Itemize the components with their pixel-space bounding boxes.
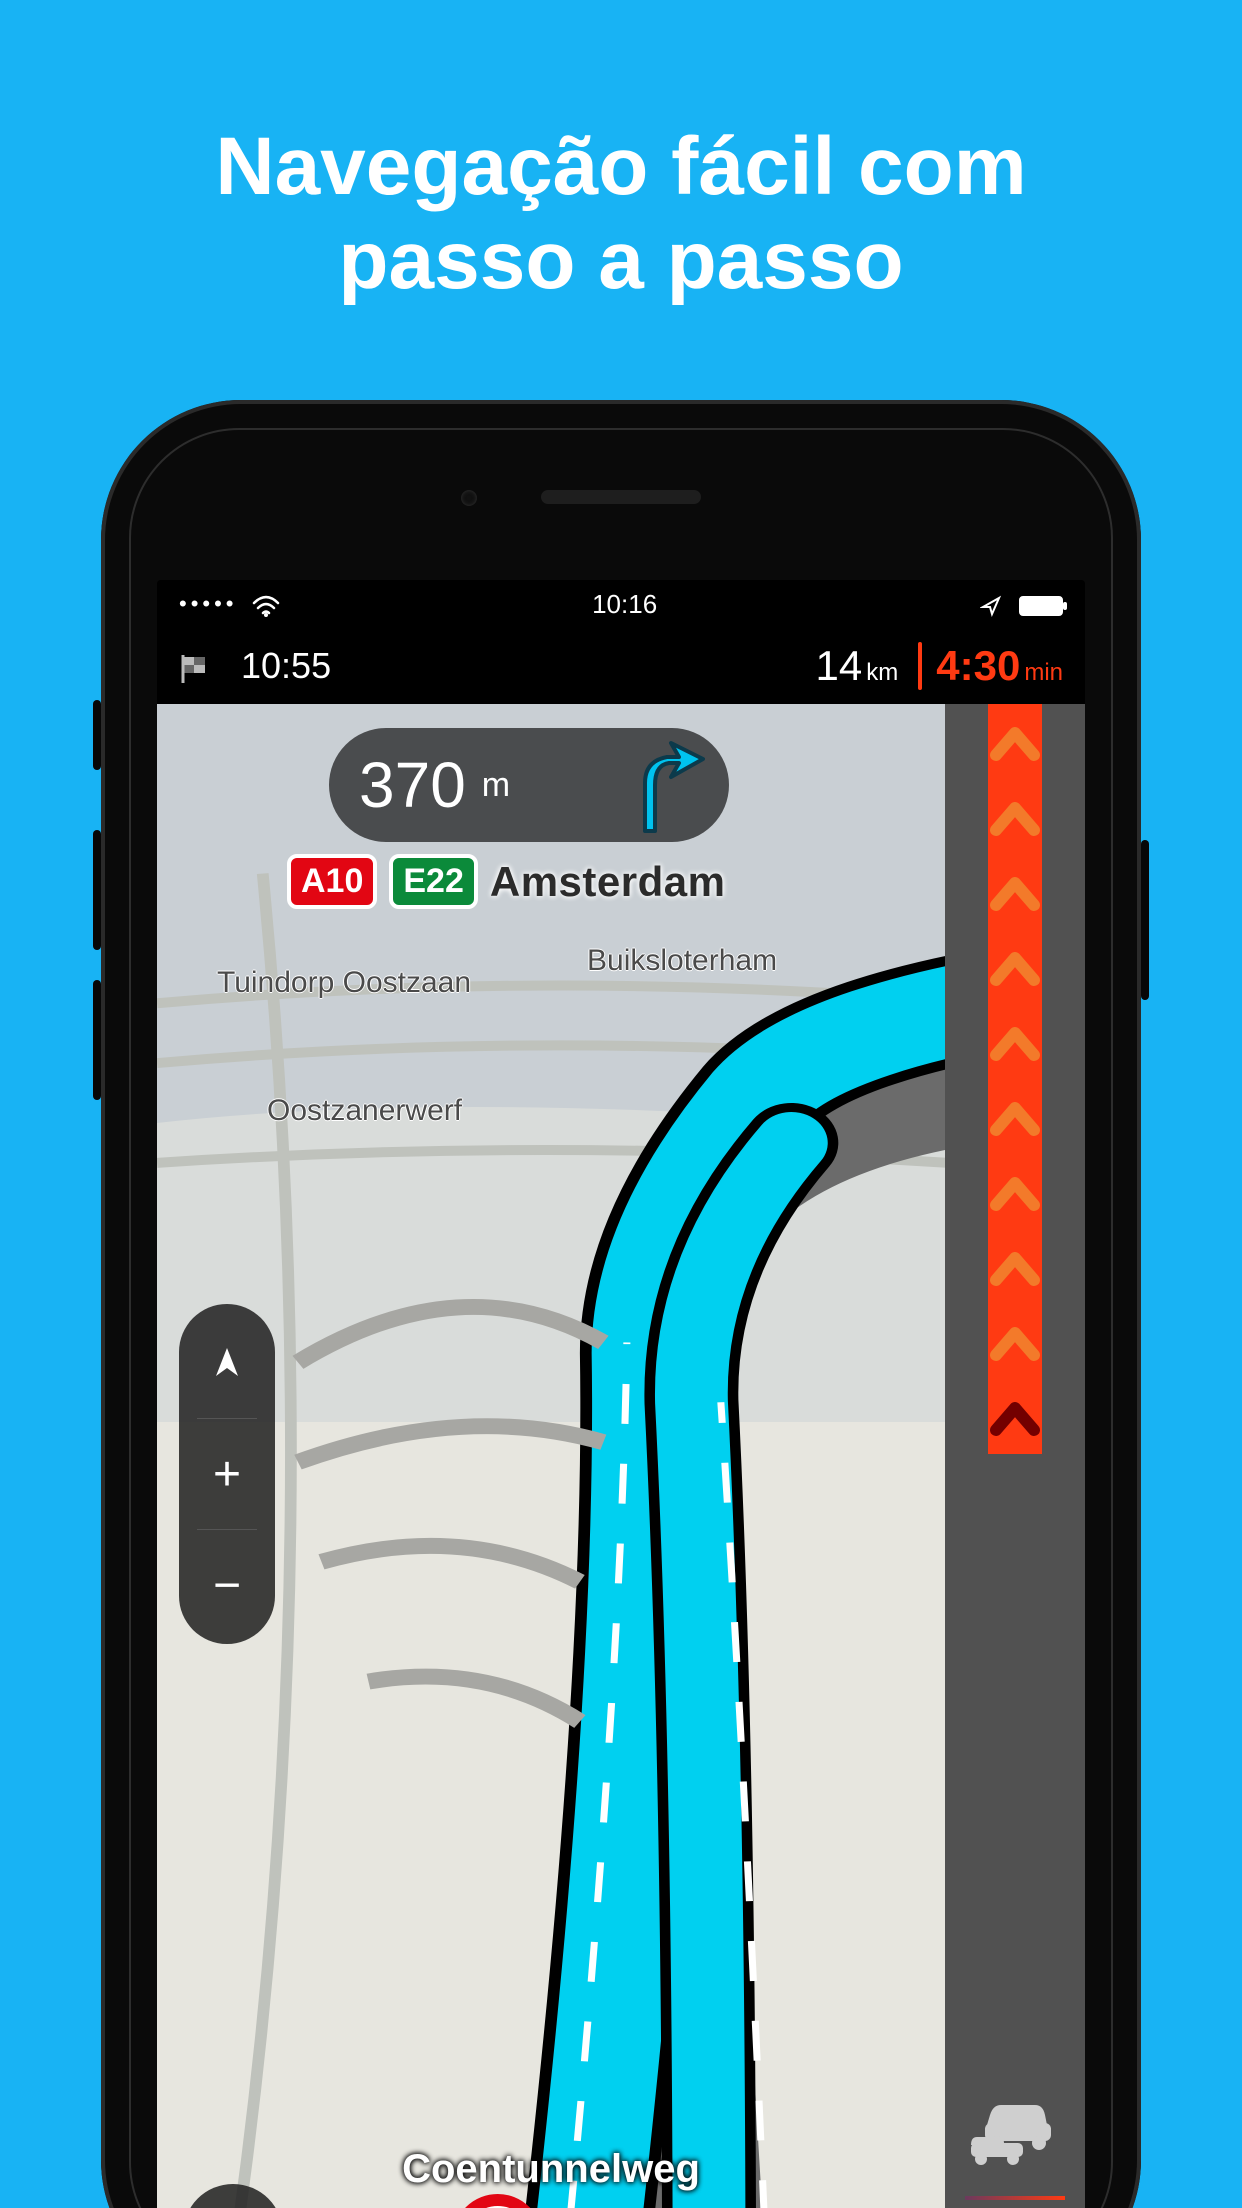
next-turn-distance: 370 xyxy=(359,748,466,822)
arrival-time: 10:55 xyxy=(241,645,331,687)
next-turn-panel[interactable]: 370 m xyxy=(329,728,729,842)
distance-unit: km xyxy=(866,659,898,686)
wifi-icon xyxy=(252,589,280,620)
promo-line-2: passo a passo xyxy=(0,214,1242,308)
place-label: Tuindorp Oostzaan xyxy=(217,966,471,1000)
location-arrow-icon xyxy=(970,589,1009,619)
map-zoom-control: + − xyxy=(179,1304,275,1644)
map-view[interactable]: 350 m 370 m A10 E2 xyxy=(157,704,1085,2208)
road-shields-row: A10 E22 Amsterdam xyxy=(287,854,725,909)
speed-limit-sign: 100 xyxy=(453,2194,543,2208)
map-orientation-button[interactable] xyxy=(179,1328,275,1398)
traffic-divider xyxy=(965,2196,1065,2200)
road-shield-a10: A10 xyxy=(287,854,377,909)
distance-value: 14 xyxy=(816,642,863,689)
turn-right-arrow-icon xyxy=(615,733,705,838)
place-label: Oostzanerwerf xyxy=(267,1094,462,1128)
zoom-in-button[interactable]: + xyxy=(179,1439,275,1509)
phone-side-button xyxy=(93,830,101,950)
divider xyxy=(918,642,922,690)
route-bar-column[interactable]: 350 m xyxy=(945,704,1085,2208)
page: Navegação fácil com passo a passo ••••• … xyxy=(0,0,1242,2208)
delay-value: 4:30 xyxy=(936,642,1020,689)
remaining-distance: 14km xyxy=(816,642,899,690)
promo-line-1: Navegação fácil com xyxy=(0,120,1242,214)
phone-camera-icon xyxy=(461,490,477,506)
phone-speaker xyxy=(541,490,701,504)
screen: ••••• 10:16 10:55 xyxy=(157,580,1085,2208)
phone-side-button xyxy=(93,700,101,770)
phone-frame: ••••• 10:16 10:55 xyxy=(101,400,1141,2208)
destination-flag-icon xyxy=(179,645,227,687)
place-label: Buiksloterham xyxy=(587,944,777,978)
next-turn-unit: m xyxy=(482,766,510,805)
speed-panel[interactable]: 100 95 km/h xyxy=(453,2194,693,2208)
delay-unit: min xyxy=(1024,659,1063,686)
phone-side-button xyxy=(93,980,101,1100)
status-bar: ••••• 10:16 xyxy=(157,580,1085,628)
road-shield-e22: E22 xyxy=(389,854,478,909)
zoom-out-button[interactable]: − xyxy=(179,1550,275,1620)
status-time: 10:16 xyxy=(280,589,970,620)
signal-dots-icon: ••••• xyxy=(179,591,238,617)
status-right xyxy=(970,589,1063,620)
traffic-delay: 4:30min xyxy=(936,642,1063,690)
promo-headline: Navegação fácil com passo a passo xyxy=(0,120,1242,309)
route-summary-bar[interactable]: 10:55 14km 4:30min xyxy=(157,628,1085,704)
phone-side-button xyxy=(1141,840,1149,1000)
traffic-cars-icon xyxy=(971,2101,1055,2170)
battery-icon xyxy=(1019,596,1063,616)
destination-label: Amsterdam xyxy=(490,858,726,906)
traffic-chevron-column xyxy=(988,704,1042,1454)
